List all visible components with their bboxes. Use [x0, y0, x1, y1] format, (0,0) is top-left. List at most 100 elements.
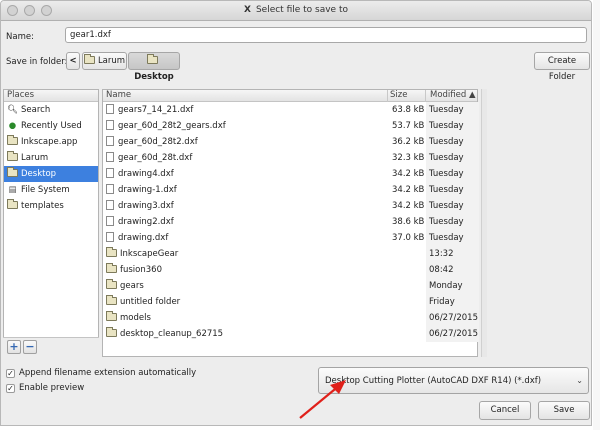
folder-row[interactable]: desktop_cleanup_62715 06/27/2015 — [103, 326, 479, 342]
remove-place-button[interactable]: − — [23, 340, 37, 354]
file-icon — [106, 232, 114, 242]
file-modified: Tuesday — [426, 230, 479, 246]
filename-input[interactable]: gear1.dxf — [65, 27, 587, 43]
sort-ascending-icon: ▲ — [468, 90, 476, 100]
background-edge — [593, 0, 600, 430]
file-rows: gears7_14_21.dxf 63.8 kB Tuesday gear_60d_2… — [103, 102, 479, 342]
folder-row[interactable]: untitled folder Friday — [103, 294, 479, 310]
place-inkscape-app[interactable]: Inkscape.app — [4, 134, 98, 150]
file-size: 32.3 kB — [392, 153, 425, 163]
enable-preview-checkbox[interactable]: ✓ Enable preview — [6, 383, 84, 393]
name-label: Name: — [6, 32, 34, 42]
create-folder-button[interactable]: Create Folder — [534, 52, 590, 82]
places-toolbar: + − — [3, 337, 99, 357]
file-name: fusion360 — [120, 265, 162, 275]
file-row[interactable]: drawing.dxf 37.0 kB Tuesday — [103, 230, 479, 246]
file-modified: Friday — [426, 294, 479, 310]
folder-icon — [106, 327, 117, 337]
file-list-header: Name Size Modified ▲ — [103, 90, 477, 102]
place-larum[interactable]: Larum — [4, 150, 98, 166]
file-modified: 08:42 — [426, 262, 479, 278]
file-type-select[interactable]: Desktop Cutting Plotter (AutoCAD DXF R14… — [318, 367, 589, 394]
file-list-scrollbar[interactable] — [481, 89, 487, 357]
folder-row[interactable]: models 06/27/2015 — [103, 310, 479, 326]
file-icon — [106, 120, 114, 130]
file-icon — [106, 184, 114, 194]
folder-icon — [106, 279, 117, 289]
file-size: 36.2 kB — [392, 137, 425, 147]
file-size: 34.2 kB — [392, 185, 425, 195]
save-button[interactable]: Save — [538, 401, 590, 420]
folder-icon — [7, 199, 18, 209]
folder-icon — [7, 151, 18, 161]
file-icon — [106, 200, 114, 210]
file-name: drawing-1.dxf — [118, 185, 177, 195]
folder-row[interactable]: InkscapeGear 13:32 — [103, 246, 479, 262]
place-templates[interactable]: templates — [4, 198, 98, 214]
folder-icon — [106, 311, 117, 321]
file-row[interactable]: gear_60d_28t2.dxf 36.2 kB Tuesday — [103, 134, 479, 150]
file-name: gear_60d_28t.dxf — [118, 153, 193, 163]
place-file-system[interactable]: ▤ File System — [4, 182, 98, 198]
place-search[interactable]: 🔍︎ Search — [4, 102, 98, 118]
column-size[interactable]: Size — [390, 90, 407, 102]
add-place-button[interactable]: + — [7, 340, 21, 354]
file-name: drawing.dxf — [118, 233, 169, 243]
file-icon — [106, 104, 114, 114]
folder-icon — [106, 263, 117, 273]
folder-icon — [83, 54, 95, 64]
title-bar: X Select file to save to — [1, 1, 591, 21]
file-name: gear_60d_28t2_gears.dxf — [118, 121, 226, 131]
save-in-label: Save in folder: — [6, 57, 68, 67]
file-modified: Tuesday — [426, 198, 479, 214]
file-name: drawing2.dxf — [118, 217, 174, 227]
file-icon — [106, 168, 114, 178]
file-row[interactable]: drawing4.dxf 34.2 kB Tuesday — [103, 166, 479, 182]
file-modified: Tuesday — [426, 182, 479, 198]
file-name: gear_60d_28t2.dxf — [118, 137, 198, 147]
file-modified: Tuesday — [426, 134, 479, 150]
file-size: 34.2 kB — [392, 201, 425, 211]
place-desktop[interactable]: Desktop — [4, 166, 98, 182]
folder-row[interactable]: fusion360 08:42 — [103, 262, 479, 278]
file-row[interactable]: drawing2.dxf 38.6 kB Tuesday — [103, 214, 479, 230]
file-icon — [106, 216, 114, 226]
file-modified: Tuesday — [426, 166, 479, 182]
file-name: drawing3.dxf — [118, 201, 174, 211]
breadcrumb-back-button[interactable]: < — [66, 52, 80, 70]
file-modified: 13:32 — [426, 246, 479, 262]
file-size: 37.0 kB — [392, 233, 425, 243]
folder-icon — [7, 135, 18, 145]
cancel-button[interactable]: Cancel — [479, 401, 531, 420]
file-name: gears — [120, 281, 144, 291]
file-icon — [106, 136, 114, 146]
chevron-down-icon: ⌄ — [576, 376, 583, 385]
file-row[interactable]: drawing-1.dxf 34.2 kB Tuesday — [103, 182, 479, 198]
file-size: 38.6 kB — [392, 217, 425, 227]
file-name: untitled folder — [120, 297, 181, 307]
file-modified: Tuesday — [426, 150, 479, 166]
append-extension-checkbox[interactable]: ✓ Append filename extension automatically — [6, 368, 196, 378]
file-modified: Tuesday — [426, 118, 479, 134]
file-row[interactable]: drawing3.dxf 34.2 kB Tuesday — [103, 198, 479, 214]
file-row[interactable]: gear_60d_28t.dxf 32.3 kB Tuesday — [103, 150, 479, 166]
column-modified[interactable]: Modified ▲ — [427, 90, 476, 102]
annotation-arrow-line — [299, 384, 341, 419]
dialog-title: Select file to save to — [255, 5, 348, 15]
file-row[interactable]: gear_60d_28t2_gears.dxf 53.7 kB Tuesday — [103, 118, 479, 134]
file-size: 34.2 kB — [392, 169, 425, 179]
checkmark-icon: ✓ — [6, 369, 15, 378]
folder-row[interactable]: gears Monday — [103, 278, 479, 294]
place-recently-used[interactable]: ● Recently Used — [4, 118, 98, 134]
file-modified: Tuesday — [426, 214, 479, 230]
folder-icon — [106, 247, 117, 257]
file-name: models — [120, 313, 151, 323]
breadcrumb-desktop-button[interactable]: Desktop — [128, 52, 180, 82]
column-name[interactable]: Name — [106, 90, 131, 102]
search-icon: 🔍︎ — [7, 105, 18, 115]
file-size: 63.8 kB — [392, 105, 425, 115]
file-row[interactable]: gears7_14_21.dxf 63.8 kB Tuesday — [103, 102, 479, 118]
file-modified: Monday — [426, 278, 479, 294]
breadcrumb-larum-button[interactable]: Larum — [82, 52, 127, 70]
file-name: gears7_14_21.dxf — [118, 105, 194, 115]
